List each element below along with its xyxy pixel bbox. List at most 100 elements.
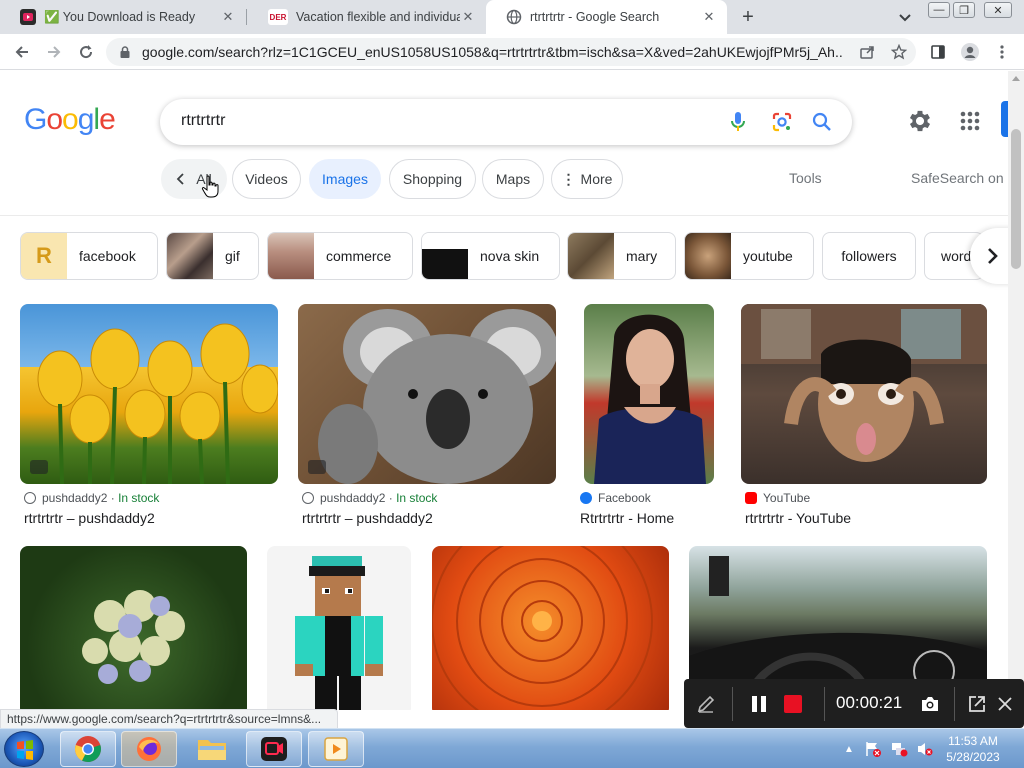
close-icon[interactable]: ✕	[701, 9, 717, 25]
taskbar-media-player[interactable]	[308, 731, 364, 767]
chip-shopping[interactable]: Shopping	[389, 159, 476, 199]
close-icon[interactable]	[993, 692, 1017, 716]
result-source[interactable]: pushdaddy2 · In stock	[302, 491, 437, 505]
tools-button[interactable]: Tools	[789, 170, 822, 186]
related-chip-nova-skin[interactable]: nova skin	[421, 232, 560, 280]
tab-bar: ✅ You Download is Ready ✕ DER Vacation f…	[0, 0, 1024, 34]
related-label: gif	[225, 248, 240, 264]
related-thumb	[268, 233, 314, 279]
chip-more[interactable]: ⋮ More	[551, 159, 623, 199]
flag-alert-icon[interactable]	[864, 741, 882, 757]
google-logo[interactable]: Google	[24, 103, 116, 137]
apps-grid-icon[interactable]	[956, 107, 984, 135]
microphone-icon[interactable]	[726, 110, 750, 134]
funny-face-illustration	[741, 304, 987, 462]
image-result-koala[interactable]	[298, 304, 556, 484]
google-lens-icon[interactable]	[770, 110, 794, 134]
tab-google-search[interactable]: rtrtrtrtr - Google Search ✕	[486, 0, 727, 34]
scroll-up-icon[interactable]	[1012, 76, 1020, 81]
globe-icon	[506, 9, 522, 25]
koala-illustration	[318, 309, 556, 484]
reload-button[interactable]	[76, 42, 96, 62]
chip-videos[interactable]: Videos	[232, 159, 301, 199]
forward-button[interactable]	[44, 42, 64, 62]
taskbar-chrome[interactable]	[60, 731, 116, 767]
related-chip-youtube[interactable]: youtube	[684, 232, 814, 280]
pause-icon[interactable]	[747, 692, 771, 716]
source-name: YouTube	[763, 491, 811, 505]
divider	[732, 687, 733, 721]
taskbar-explorer[interactable]	[184, 731, 240, 767]
side-panel-icon[interactable]	[928, 42, 948, 62]
taskbar-firefox[interactable]	[121, 731, 177, 767]
star-icon[interactable]	[890, 43, 908, 61]
chip-maps[interactable]: Maps	[482, 159, 544, 199]
tag-icon	[30, 460, 48, 474]
recording-timer: 00:00:21	[836, 693, 903, 712]
related-chip-gif[interactable]: gif	[166, 232, 259, 280]
google-logo-text: Google	[24, 103, 116, 136]
browser-toolbar: google.com/search?rlz=1C1GCEU_enUS1058US…	[0, 34, 1024, 70]
image-result-hydrangea[interactable]	[20, 546, 247, 710]
related-chip-commerce[interactable]: commerce	[267, 232, 413, 280]
windows-start-button[interactable]	[4, 731, 44, 767]
safesearch-button[interactable]: SafeSearch on	[911, 170, 1004, 186]
stop-record-icon[interactable]	[781, 692, 805, 716]
chip-images[interactable]: Images	[309, 159, 381, 199]
network-icon[interactable]	[890, 741, 908, 757]
image-result-tulips[interactable]	[20, 304, 278, 484]
source-name: Facebook	[598, 491, 651, 505]
system-clock[interactable]: 11:53 AM 5/28/2023	[935, 733, 1011, 765]
export-icon[interactable]	[965, 692, 989, 716]
new-tab-button[interactable]: +	[737, 6, 759, 28]
result-source[interactable]: pushdaddy2 · In stock	[24, 491, 159, 505]
tulips-illustration	[37, 323, 278, 484]
search-icon[interactable]	[810, 110, 834, 134]
tab-vacation[interactable]: DER Vacation flexible and individual w ✕	[248, 0, 486, 34]
result-source[interactable]: YouTube	[745, 491, 810, 505]
close-icon[interactable]: ✕	[220, 9, 236, 25]
taskbar-recorder[interactable]	[246, 731, 302, 767]
image-result-funny-face[interactable]	[741, 304, 987, 484]
menu-kebab-icon[interactable]	[992, 42, 1012, 62]
related-thumb	[685, 233, 731, 279]
back-button[interactable]	[12, 42, 32, 62]
scrollbar-thumb[interactable]	[1011, 129, 1021, 269]
close-window-button[interactable]: ✕	[984, 2, 1012, 18]
minimize-button[interactable]: —	[928, 2, 950, 18]
sign-in-button[interactable]	[1001, 101, 1008, 137]
video-download-icon	[20, 9, 36, 25]
chevron-down-icon[interactable]	[896, 8, 914, 26]
related-chip-facebook[interactable]: R facebook	[20, 232, 158, 280]
share-icon[interactable]	[858, 43, 876, 61]
close-icon[interactable]: ✕	[460, 9, 476, 25]
image-result-minecraft-skin[interactable]	[267, 546, 411, 710]
result-caption[interactable]: rtrtrtrtr – pushdaddy2	[302, 510, 433, 526]
google-images-page: Google rtrtrtrtr All Videos Images Shopp…	[0, 71, 1008, 710]
related-thumb	[422, 233, 468, 279]
screen-recorder-icon	[261, 737, 287, 761]
pen-icon[interactable]	[694, 692, 718, 716]
tab-download-ready[interactable]: ✅ You Download is Ready ✕	[0, 0, 246, 34]
link-status-bar: https://www.google.com/search?q=rtrtrtrt…	[0, 709, 338, 729]
page-scrollbar[interactable]	[1008, 71, 1024, 710]
result-source[interactable]: Facebook	[580, 491, 651, 505]
address-bar[interactable]: google.com/search?rlz=1C1GCEU_enUS1058US…	[106, 38, 916, 66]
camera-icon[interactable]	[918, 692, 942, 716]
profile-avatar-icon[interactable]	[960, 42, 980, 62]
image-result-portrait[interactable]	[584, 304, 714, 484]
result-caption[interactable]: rtrtrtrtr – pushdaddy2	[24, 510, 155, 526]
search-box[interactable]: rtrtrtrtr	[160, 99, 852, 145]
restore-button[interactable]: ❐	[953, 2, 975, 18]
search-input[interactable]: rtrtrtrtr	[181, 112, 225, 130]
show-hidden-icons-icon[interactable]: ▲	[844, 744, 854, 755]
clock-time: 11:53 AM	[948, 734, 998, 748]
image-result-orange-flower[interactable]	[432, 546, 669, 710]
result-caption[interactable]: rtrtrtrtr - YouTube	[745, 510, 851, 526]
gear-icon[interactable]	[906, 107, 934, 135]
related-chip-followers[interactable]: followers	[822, 232, 916, 280]
related-chip-mary[interactable]: mary	[567, 232, 676, 280]
hand-cursor-icon	[201, 175, 219, 198]
volume-muted-icon[interactable]	[916, 741, 934, 757]
result-caption[interactable]: Rtrtrtrtr - Home	[580, 510, 674, 526]
